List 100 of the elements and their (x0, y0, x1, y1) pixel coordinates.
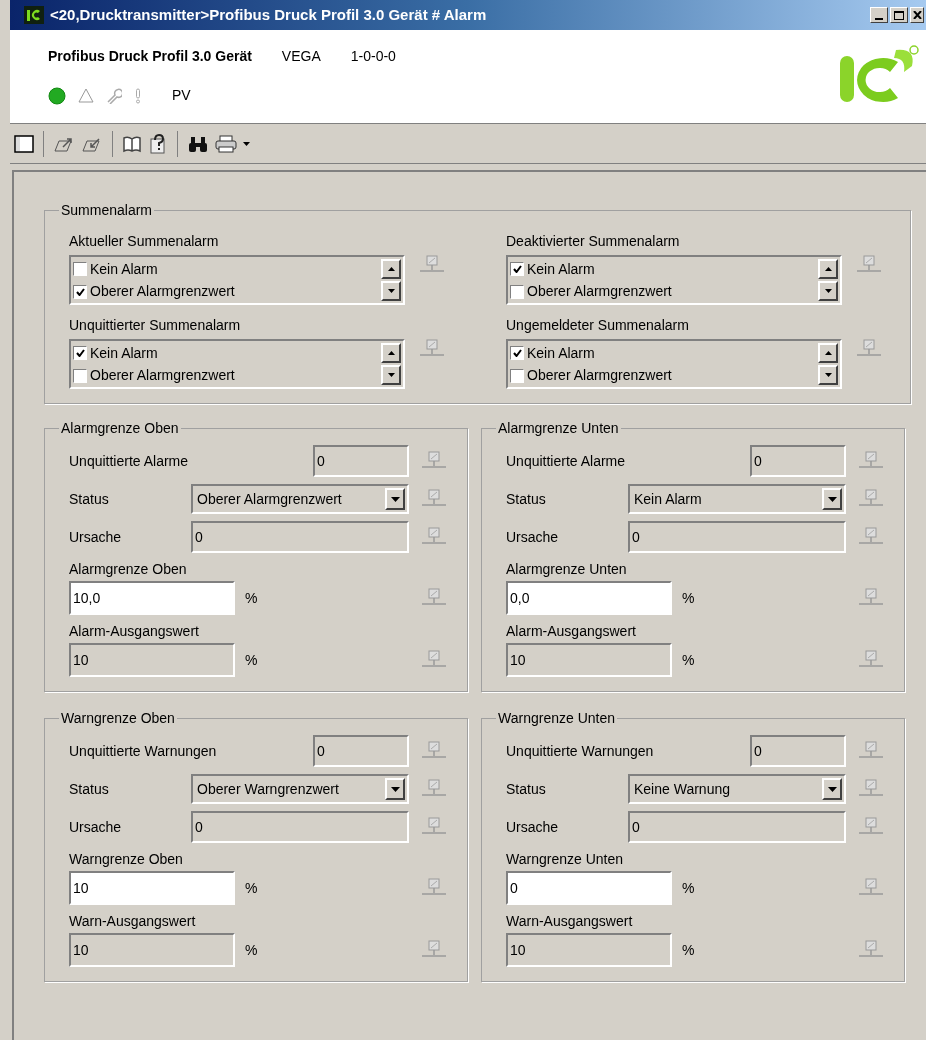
exclamation-icon (134, 87, 142, 104)
binoculars-icon[interactable] (187, 134, 209, 153)
checkbox[interactable] (73, 262, 87, 277)
checkbox[interactable] (73, 284, 87, 299)
list-item[interactable]: Oberer Alarmgrenzwert (510, 280, 818, 303)
checkmark-icon (75, 287, 85, 296)
vendor-name: VEGA (281, 47, 321, 66)
connector-icon (421, 940, 447, 960)
connector-icon (856, 339, 882, 359)
connector-icon (421, 527, 447, 547)
connector-icon (421, 650, 447, 670)
unit-label: % (682, 878, 695, 898)
list-item[interactable]: Kein Alarm (510, 342, 818, 365)
group-title: Warngrenze Unten (497, 709, 616, 728)
printer-icon[interactable] (215, 134, 237, 153)
readonly-field: 0 (313, 445, 409, 477)
scroll-down-button[interactable] (818, 281, 838, 301)
scroll-down-button[interactable] (381, 365, 401, 385)
warning-icon (78, 88, 94, 103)
input-field[interactable]: 10 (69, 871, 235, 905)
help-icon[interactable] (148, 133, 168, 154)
scroll-up-button[interactable] (381, 343, 401, 363)
input-field[interactable]: 0,0 (506, 581, 672, 615)
connector-icon (858, 451, 884, 471)
arrow-up-icon (824, 351, 832, 355)
field-label: Status (506, 489, 546, 509)
list-item[interactable]: Oberer Alarmgrenzwert (73, 280, 381, 303)
connector-icon (421, 588, 447, 608)
field-label: Warn-Ausgangswert (506, 912, 634, 931)
checkbox-list[interactable]: Kein Alarm Oberer Alarmgrenzwert (506, 255, 842, 305)
group-title: Alarmgrenze Unten (497, 419, 620, 438)
status-dropdown[interactable]: Oberer Alarmgrenzwert (191, 484, 409, 514)
status-dropdown[interactable]: Kein Alarm (628, 484, 846, 514)
field-label: Warngrenze Unten (506, 850, 624, 869)
checkbox[interactable] (73, 346, 87, 361)
readonly-field: 0 (750, 445, 846, 477)
list-item[interactable]: Oberer Alarmgrenzwert (73, 364, 381, 387)
checkbox[interactable] (510, 284, 524, 299)
checkbox-list[interactable]: Kein Alarm Oberer Alarmgrenzwert (69, 255, 405, 305)
minimize-button[interactable] (870, 7, 888, 23)
field-label: Alarm-Ausgangswert (69, 622, 200, 641)
status-ok-icon (48, 86, 66, 105)
unit-label: % (245, 940, 258, 960)
field-label: Alarmgrenze Unten (506, 560, 628, 579)
checkbox-list[interactable]: Kein Alarm Oberer Alarmgrenzwert (506, 339, 842, 389)
list-label: Unquittierter Summenalarm (69, 316, 242, 335)
field-label: Warngrenze Oben (69, 850, 184, 869)
field-label: Alarmgrenze Oben (69, 560, 188, 579)
scroll-down-button[interactable] (381, 281, 401, 301)
field-label: Ursache (506, 527, 559, 547)
dropdown-caret-icon[interactable] (243, 141, 250, 146)
unit-label: % (245, 588, 258, 608)
field-label: Warn-Ausgangswert (69, 912, 197, 931)
connector-icon (421, 741, 447, 761)
readonly-field: 0 (628, 811, 846, 843)
unit-label: % (682, 588, 695, 608)
checkbox[interactable] (510, 368, 524, 383)
list-label: Deaktivierter Summenalarm (506, 232, 681, 251)
scroll-down-button[interactable] (818, 365, 838, 385)
checkbox[interactable] (73, 368, 87, 383)
scroll-up-button[interactable] (818, 343, 838, 363)
arrow-down-icon (824, 373, 832, 377)
list-item[interactable]: Kein Alarm (510, 258, 818, 281)
list-item[interactable]: Oberer Alarmgrenzwert (510, 364, 818, 387)
connector-icon (421, 451, 447, 471)
checkbox[interactable] (510, 346, 524, 361)
input-field[interactable]: 0 (506, 871, 672, 905)
close-button[interactable] (910, 7, 924, 23)
readonly-field: 10 (69, 933, 235, 967)
group-title: Warngrenze Oben (60, 709, 176, 728)
dropdown-arrow-icon (390, 496, 400, 502)
field-label: Ursache (506, 817, 559, 837)
connector-icon (419, 339, 445, 359)
checkbox[interactable] (510, 262, 524, 277)
unit-label: % (682, 940, 695, 960)
connector-icon (858, 588, 884, 608)
status-dropdown[interactable]: Oberer Warngrenzwert (191, 774, 409, 804)
maximize-button[interactable] (890, 7, 908, 23)
checkbox-list[interactable]: Kein Alarm Oberer Alarmgrenzwert (69, 339, 405, 389)
checkmark-icon (75, 349, 85, 358)
input-field[interactable]: 10,0 (69, 581, 235, 615)
scroll-up-button[interactable] (381, 259, 401, 279)
connector-icon (858, 527, 884, 547)
group-title: Alarmgrenze Oben (60, 419, 180, 438)
book-icon[interactable] (122, 134, 142, 153)
list-item[interactable]: Kein Alarm (73, 342, 381, 365)
readonly-field: 0 (313, 735, 409, 767)
dropdown-arrow-icon (827, 496, 837, 502)
group-title: Summenalarm (60, 201, 154, 220)
field-label: Ursache (69, 817, 122, 837)
readonly-field: 10 (69, 643, 235, 677)
status-dropdown[interactable]: Keine Warnung (628, 774, 846, 804)
panel-toggle-icon[interactable] (14, 134, 34, 153)
close-icon (912, 11, 922, 19)
scroll-up-button[interactable] (818, 259, 838, 279)
field-label: Status (69, 779, 109, 799)
list-item[interactable]: Kein Alarm (73, 258, 381, 281)
arrow-down-icon (387, 289, 395, 293)
connector-icon (419, 255, 445, 275)
connector-icon (421, 489, 447, 509)
